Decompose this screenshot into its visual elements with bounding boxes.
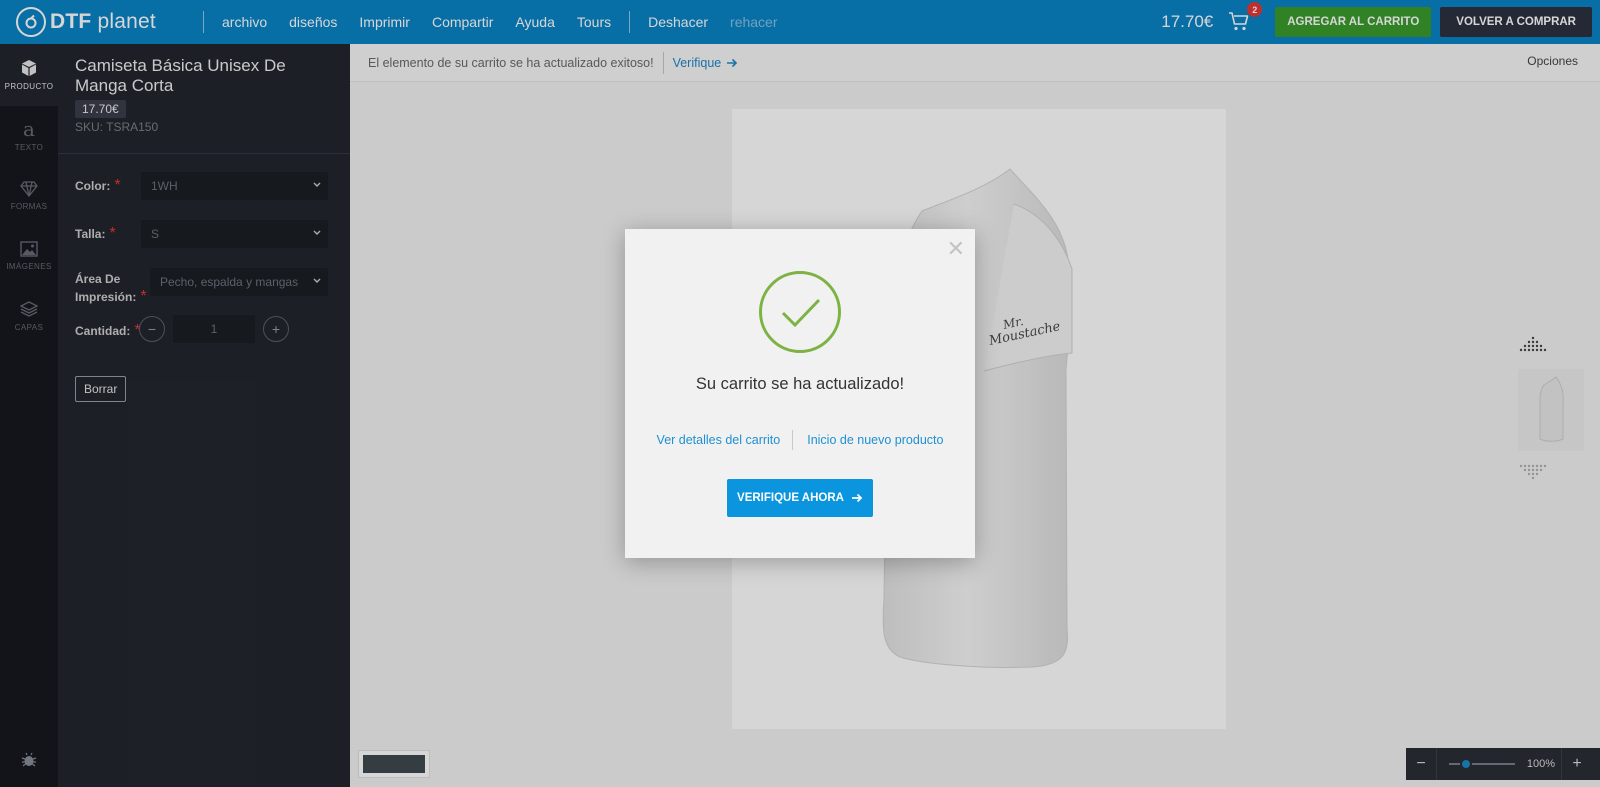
verify-now-button[interactable]: VERIFIQUE AHORA [727,479,873,517]
arrow-right-icon [851,493,863,503]
start-new-product-link[interactable]: Inicio de nuevo producto [807,433,943,447]
cart-updated-dialog: ✕ Su carrito se ha actualizado! Ver deta… [625,229,975,558]
view-cart-details-link[interactable]: Ver detalles del carrito [657,433,781,447]
verify-now-label: VERIFIQUE AHORA [737,492,844,504]
links-divider [792,430,794,450]
dialog-links: Ver detalles del carrito Inicio de nuevo… [625,430,975,450]
close-icon[interactable]: ✕ [947,236,965,262]
success-check-icon [759,271,841,353]
dialog-title: Su carrito se ha actualizado! [695,375,905,393]
